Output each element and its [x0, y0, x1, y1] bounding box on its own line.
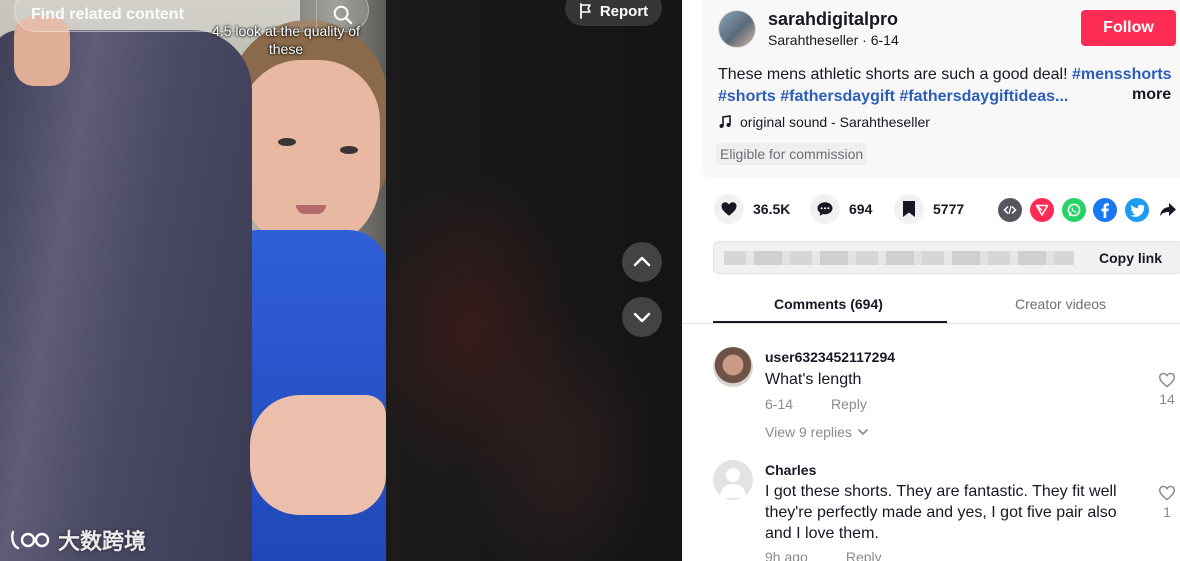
person-mouth [296, 205, 326, 214]
facebook-icon [1101, 203, 1109, 218]
save-button[interactable]: 5777 [894, 194, 964, 224]
tab-comments[interactable]: Comments (694) [774, 296, 883, 312]
like-button[interactable]: 36.5K [714, 194, 790, 224]
watermark: 大数跨境 [10, 524, 146, 556]
copy-link-button[interactable]: Copy link [1099, 250, 1162, 266]
comment-meta: 6-14 Reply [765, 396, 867, 412]
commenter-avatar[interactable] [713, 347, 753, 387]
heart-outline-icon [1158, 485, 1176, 501]
music-note-icon [719, 115, 731, 128]
next-video-button[interactable] [622, 297, 662, 337]
comment-text: What's length [765, 371, 862, 388]
person-eye-right [340, 146, 358, 154]
comment-bubble-icon [817, 202, 833, 216]
share-link-url[interactable] [724, 251, 1074, 265]
flag-icon [579, 3, 591, 19]
whatsapp-icon [1067, 203, 1081, 217]
comment-like-count: 14 [1159, 391, 1175, 407]
default-avatar-icon [720, 468, 746, 498]
like-count: 36.5K [753, 201, 791, 217]
follow-button[interactable]: Follow [1081, 10, 1176, 46]
chevron-up-icon [633, 256, 651, 267]
tab-creator-videos[interactable]: Creator videos [1015, 296, 1106, 312]
side-panel: sarahdigitalpro Sarahtheseller · 6-14 Fo… [682, 0, 1180, 561]
embed-icon [1003, 205, 1017, 215]
comment-like-button[interactable]: 14 [1152, 372, 1180, 407]
comment-icon-wrap [810, 194, 840, 224]
report-label: Report [599, 2, 649, 20]
send-icon [1035, 204, 1049, 216]
heart-icon [721, 202, 737, 216]
music-link[interactable]: original sound - Sarahtheseller [718, 114, 930, 130]
watermark-text: 大数跨境 [58, 529, 147, 554]
embed-button[interactable] [998, 198, 1022, 222]
save-count: 5777 [933, 201, 965, 217]
share-link-row: Copy link [713, 241, 1180, 274]
twitter-share-button[interactable] [1125, 198, 1149, 222]
twitter-icon [1129, 204, 1145, 217]
previous-video-button[interactable] [622, 242, 662, 282]
view-replies-button[interactable]: View 9 replies [765, 424, 868, 440]
commenter-username[interactable]: user6323452117294 [765, 349, 895, 365]
heart-outline-icon [1158, 372, 1176, 388]
description-text: These mens athletic shorts are such a go… [718, 66, 1072, 83]
share-arrow-icon [1160, 203, 1176, 216]
person-face [240, 60, 380, 250]
comment-count: 694 [849, 201, 873, 217]
post-description: These mens athletic shorts are such a go… [718, 64, 1180, 108]
facebook-share-button[interactable] [1093, 198, 1117, 222]
report-button[interactable]: Report [565, 0, 662, 26]
comment-like-button[interactable]: 1 [1152, 485, 1180, 520]
person-hand-bottom [250, 395, 386, 515]
held-shorts [0, 30, 252, 561]
save-icon-wrap [894, 194, 924, 224]
reply-button[interactable]: Reply [831, 396, 867, 412]
comment-date: 9h ago [765, 549, 808, 561]
watermark-logo-icon [11, 530, 50, 550]
tabs-divider [682, 323, 1180, 324]
search-input[interactable]: Find related content [15, 0, 316, 24]
person-eye-left [278, 138, 296, 146]
bookmark-icon [903, 201, 915, 217]
hashtag-links[interactable]: #shorts #fathersdaygift #fathersdaygifti… [718, 88, 1068, 105]
creator-avatar[interactable] [718, 10, 756, 48]
creator-nickname-date: Sarahtheseller · 6-14 [768, 32, 899, 48]
whatsapp-share-button[interactable] [1062, 198, 1086, 222]
send-to-friend-button[interactable] [1030, 198, 1054, 222]
comment-meta: 9h ago Reply [765, 549, 882, 561]
hashtag-link[interactable]: #mensshorts [1072, 66, 1172, 83]
comment-date: 6-14 [765, 396, 794, 412]
comment-text: I got these shorts. They are fantastic. … [765, 483, 1117, 542]
video-player[interactable]: Find related content 4.5 look at the qua… [0, 0, 682, 561]
music-label: original sound - Sarahtheseller [740, 114, 930, 130]
commenter-avatar[interactable] [713, 460, 753, 500]
more-button[interactable]: more [1132, 86, 1171, 104]
commission-badge: Eligible for commission [716, 143, 868, 165]
commenter-username[interactable]: Charles [765, 462, 816, 478]
comment-button[interactable]: 694 [810, 194, 872, 224]
view-replies-label: View 9 replies [765, 424, 852, 440]
chevron-down-icon [633, 312, 651, 323]
video-caption: 4.5 look at the quality of these [212, 23, 360, 57]
creator-username[interactable]: sarahdigitalpro [768, 9, 898, 30]
video-frame[interactable] [0, 0, 386, 561]
reply-button[interactable]: Reply [846, 549, 882, 561]
like-icon-wrap [714, 194, 744, 224]
comment-like-count: 1 [1163, 504, 1171, 520]
chevron-down-icon [858, 429, 868, 436]
more-share-button[interactable] [1156, 198, 1180, 222]
